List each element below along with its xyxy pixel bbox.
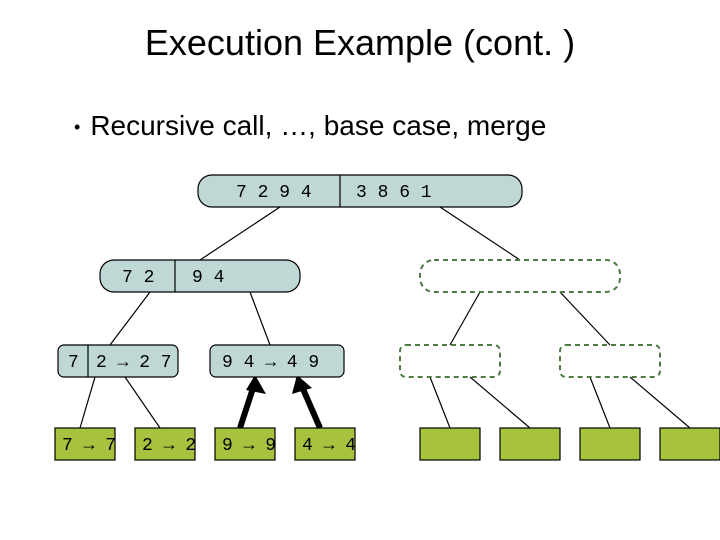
node-l3-d: 4 → 4 [295,428,356,460]
merge-arrow-left [240,375,266,428]
node-l3-a: 7 → 7 [55,428,116,460]
merge-arrow-right [292,375,320,428]
edge [200,207,280,260]
l1-left-a: 7 2 [122,268,154,288]
root-right: 3 8 6 1 [356,183,432,203]
node-l2-d-placeholder [560,345,660,377]
node-l3-h-placeholder [660,428,720,460]
node-l2-c-placeholder [400,345,500,377]
slide-title: Execution Example (cont. ) [0,22,720,64]
node-l2-b: 9 4 → 4 9 [210,345,344,377]
node-l3-g-placeholder [580,428,640,460]
l1-left-b: 9 4 [192,268,224,288]
svg-text:7 → 7: 7 → 7 [62,436,116,456]
node-l2-a: 7 2 → 2 7 [58,345,178,377]
node-l3-c: 9 → 9 [215,428,276,460]
slide: Execution Example (cont. ) •Recursive ca… [0,0,720,540]
edge [430,377,450,428]
edge [630,377,690,428]
node-l1-right-placeholder [420,260,620,292]
edge [80,377,95,428]
svg-text:4 → 4: 4 → 4 [302,436,356,456]
node-l3-b: 2 → 2 [135,428,196,460]
edge [110,292,150,345]
node-root: 7 2 9 4 3 8 6 1 [198,175,522,207]
edge [250,292,270,345]
bullet-line: •Recursive call, …, base case, merge [74,110,546,142]
edge [450,292,480,345]
node-l1-left: 7 2 9 4 [100,260,300,292]
edge [470,377,530,428]
edge [590,377,610,428]
edge [440,207,520,260]
svg-text:2 → 2: 2 → 2 [142,436,196,456]
l2b-text: 9 4 → 4 9 [222,353,319,373]
merge-sort-tree: 7 2 9 4 3 8 6 1 7 2 9 4 7 2 → 2 7 9 4 → … [0,150,720,530]
bullet-text: Recursive call, …, base case, merge [90,110,546,141]
root-left: 7 2 9 4 [236,183,312,203]
bullet-dot: • [74,117,90,137]
edge [125,377,160,428]
l2a-left: 7 [68,353,79,373]
l2a-right: 2 → 2 7 [96,353,172,373]
edge [560,292,610,345]
node-l3-e-placeholder [420,428,480,460]
svg-text:9 → 9: 9 → 9 [222,436,276,456]
node-l3-f-placeholder [500,428,560,460]
